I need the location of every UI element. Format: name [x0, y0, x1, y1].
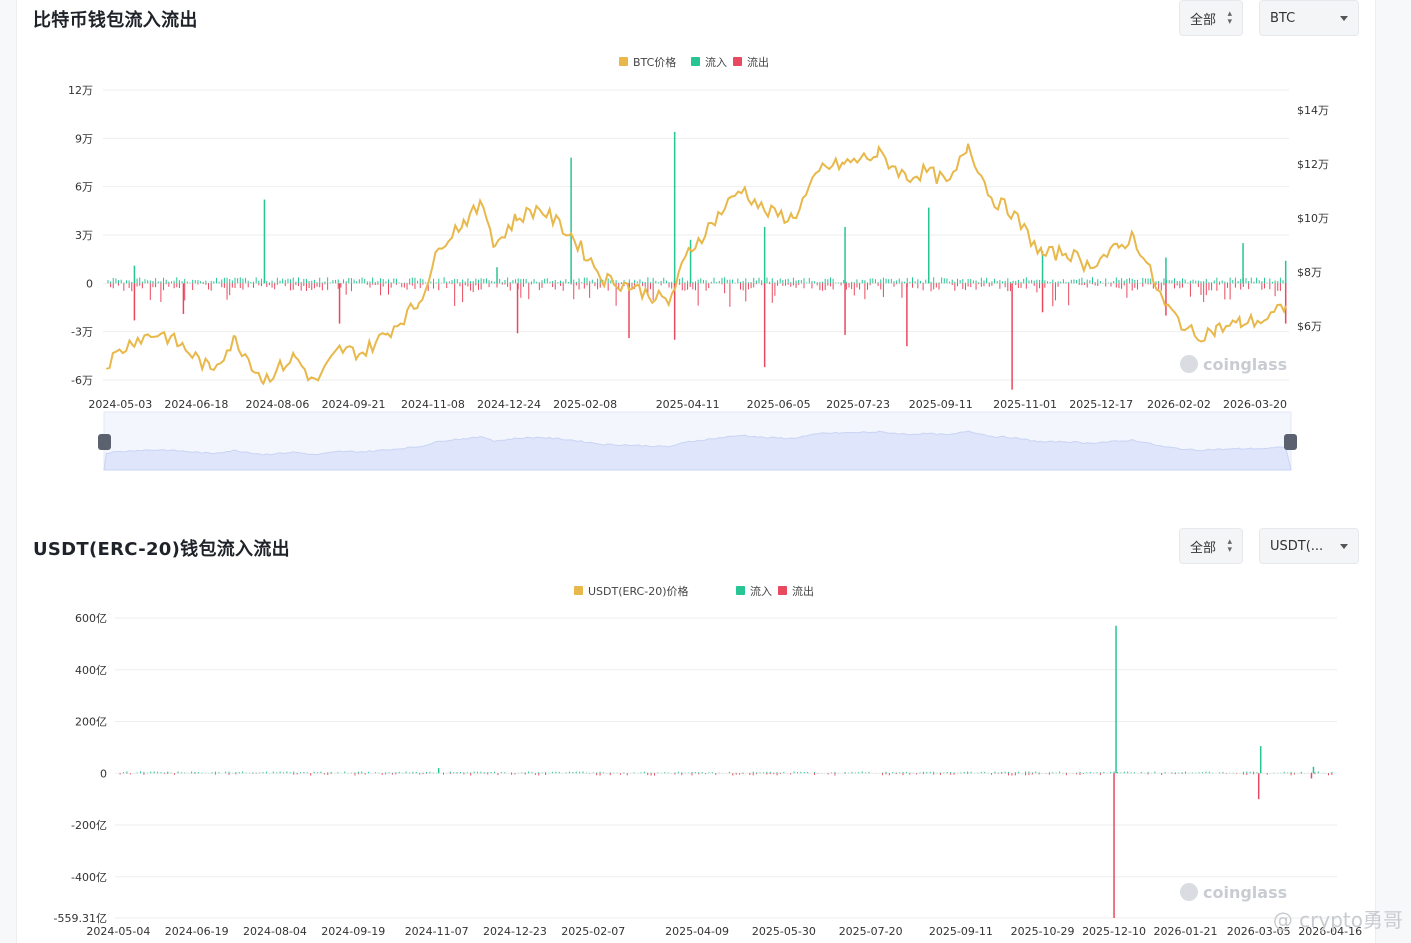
btc-price-line [106, 143, 1287, 386]
legend-swatch [574, 586, 583, 595]
y-left-tick-label: 9万 [75, 132, 93, 145]
legend-label: 流出 [747, 55, 769, 69]
x-tick-label: 2024-09-19 [321, 925, 385, 938]
x-tick-label: 2025-10-29 [1011, 925, 1075, 938]
y-left-tick-label: 6万 [75, 181, 93, 194]
legend-swatch [733, 57, 742, 66]
y-right-tick-label: $10万 [1297, 212, 1329, 225]
x-tick-label: 2024-08-06 [245, 398, 309, 411]
y-left-tick-label: 12万 [68, 84, 93, 97]
dashboard-card: 比特币钱包流入流出 全部 ▴ ▾ BTC BTC价格 流入 流出 12万 9万 6万 3万 0-… [16, 0, 1376, 943]
legend-label: USDT(ERC-20)价格 [588, 584, 689, 598]
x-tick-label: 2025-04-11 [656, 398, 720, 411]
zoom-handle-right[interactable] [1284, 434, 1297, 450]
x-tick-label: 2025-09-11 [909, 398, 973, 411]
coinglass-logo-icon [1180, 355, 1198, 373]
y-tick-label: 0 [100, 767, 107, 780]
x-tick-label: 2025-02-08 [553, 398, 617, 411]
y-left-tick-label: 0 [86, 277, 93, 290]
watermark-text: coinglass [1203, 883, 1287, 902]
y-right-tick-label: $8万 [1297, 266, 1322, 279]
y-tick-label: 600亿 [75, 612, 107, 625]
x-tick-label: 2025-12-10 [1082, 925, 1146, 938]
y-right-tick-label: $6万 [1297, 320, 1322, 333]
x-tick-label: 2025-06-05 [747, 398, 811, 411]
usdt-chart: USDT(ERC-20)价格 流入 流出 600亿 400亿 200亿 0 -200亿 -400… [54, 584, 1363, 938]
legend-label: BTC价格 [633, 55, 676, 69]
btc-chart: BTC价格 流入 流出 12万 9万 6万 3万 0 -3万 -6万 $14万 $12万 $10万 $8万… [68, 55, 1329, 471]
x-tick-label: 2024-12-23 [483, 925, 547, 938]
legend-label: 流入 [750, 584, 772, 598]
legend-label: 流入 [705, 55, 727, 69]
x-tick-label: 2024-11-07 [405, 925, 469, 938]
y-tick-label: 200亿 [75, 716, 107, 729]
x-tick-label: 2024-05-03 [88, 398, 152, 411]
y-right-tick-label: $12万 [1297, 158, 1329, 171]
x-tick-label: 2024-11-08 [401, 398, 465, 411]
zoom-handle-left[interactable] [98, 434, 111, 450]
y-left-tick-label: 3万 [75, 229, 93, 242]
x-tick-label: 2025-07-20 [839, 925, 903, 938]
watermark-text: coinglass [1203, 355, 1287, 374]
x-tick-label: 2024-06-19 [165, 925, 229, 938]
credit-watermark: @ crypto勇哥 [1272, 908, 1403, 932]
x-tick-label: 2025-02-07 [561, 925, 625, 938]
x-tick-label: 2026-02-02 [1147, 398, 1211, 411]
y-tick-label: -559.31亿 [54, 912, 107, 925]
x-tick-label: 2024-05-04 [86, 925, 150, 938]
legend-label: 流出 [792, 584, 814, 598]
coinglass-logo-icon [1180, 883, 1198, 901]
legend-swatch [691, 57, 700, 66]
x-tick-label: 2024-12-24 [477, 398, 541, 411]
y-left-tick-label: -6万 [71, 374, 93, 387]
x-tick-label: 2025-09-11 [929, 925, 993, 938]
x-tick-label: 2024-09-21 [322, 398, 386, 411]
x-tick-label: 2025-12-17 [1069, 398, 1133, 411]
x-tick-label: 2025-07-23 [826, 398, 890, 411]
legend-swatch [736, 586, 745, 595]
legend-swatch [619, 57, 628, 66]
y-tick-label: -200亿 [71, 819, 107, 832]
x-tick-label: 2025-04-09 [665, 925, 729, 938]
x-tick-label: 2024-06-18 [164, 398, 228, 411]
y-tick-label: 400亿 [75, 664, 107, 677]
y-right-tick-label: $14万 [1297, 104, 1329, 117]
x-tick-label: 2025-05-30 [752, 925, 816, 938]
y-left-tick-label: -3万 [71, 326, 93, 339]
x-tick-label: 2026-03-20 [1223, 398, 1287, 411]
x-tick-label: 2026-01-21 [1154, 925, 1218, 938]
x-tick-label: 2024-08-04 [243, 925, 307, 938]
legend-swatch [778, 586, 787, 595]
y-tick-label: -400亿 [71, 871, 107, 884]
x-tick-label: 2025-11-01 [993, 398, 1057, 411]
